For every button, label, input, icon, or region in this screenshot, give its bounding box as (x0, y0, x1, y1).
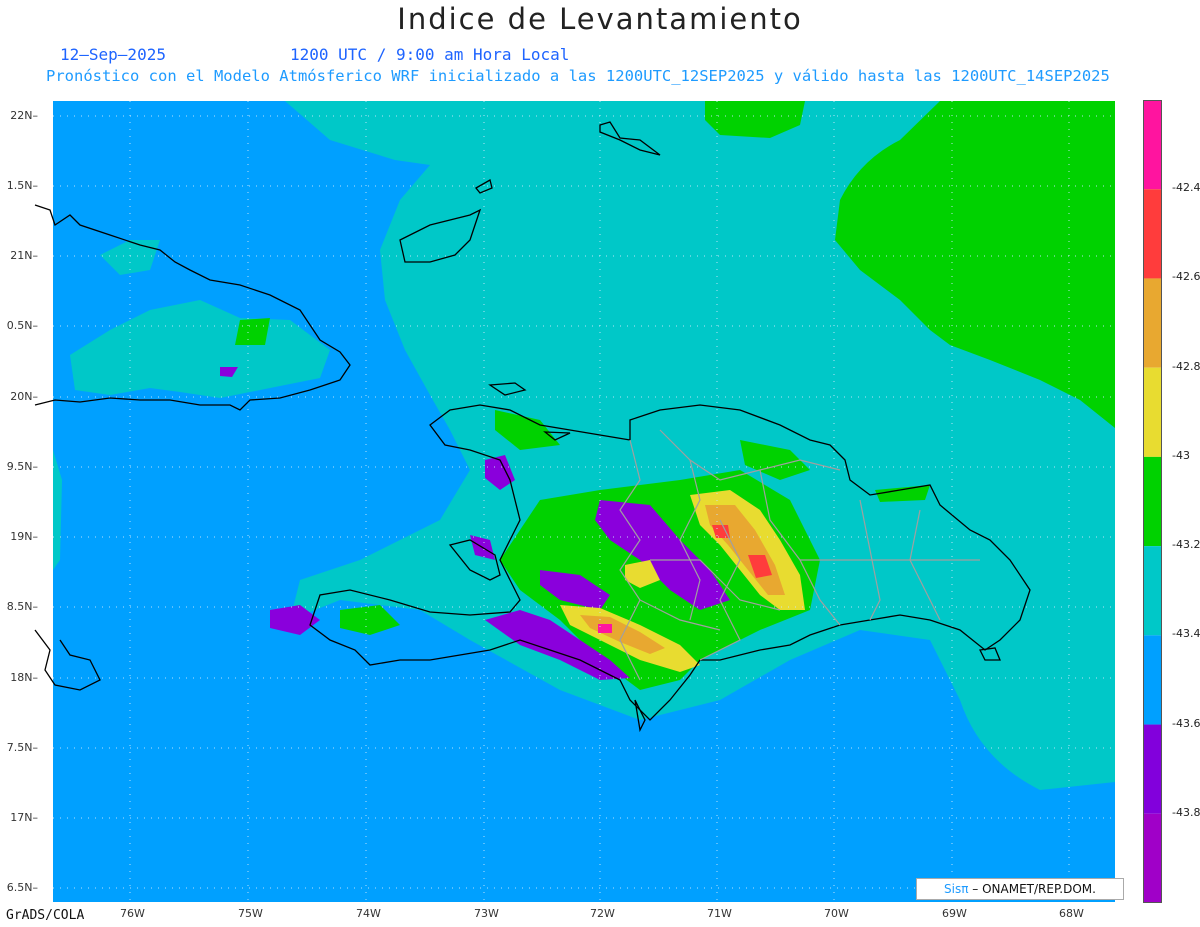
colorbar-block (1143, 635, 1162, 725)
credit-text: – ONAMET/REP.DOM. (968, 882, 1096, 896)
organization-credit: Sisπ – ONAMET/REP.DOM. (916, 878, 1124, 900)
lat-label: 8.5N– (6, 600, 38, 613)
lat-label: 17N– (10, 811, 38, 824)
colorbar-block (1143, 278, 1162, 368)
lat-label: 18N– (10, 671, 38, 684)
colorbar-label: -42.4 (1172, 181, 1200, 195)
colorbar-label: -43.8 (1172, 805, 1200, 819)
colorbar-block (1143, 189, 1162, 279)
lon-label: 74W (356, 907, 381, 920)
colorbar (1143, 100, 1162, 903)
sispi-logo: Sisπ (944, 882, 969, 896)
lat-label: 9.5N– (6, 460, 38, 473)
colorbar-label: -43 (1172, 448, 1190, 462)
lat-label: 6.5N– (6, 881, 38, 894)
colorbar-block (1143, 367, 1162, 457)
software-credit: GrADS/COLA (6, 908, 85, 923)
lat-label: 1.5N– (6, 179, 38, 192)
colorbar-label: -42.8 (1172, 359, 1200, 373)
lon-label: 72W (590, 907, 615, 920)
lat-label: 21N– (10, 249, 38, 262)
lon-label: 75W (238, 907, 263, 920)
lon-label: 70W (824, 907, 849, 920)
colorbar-block (1143, 100, 1162, 190)
colorbar-block (1143, 813, 1162, 903)
colorbar-block (1143, 546, 1162, 636)
colorbar-label: -43.6 (1172, 716, 1200, 730)
lon-label: 73W (474, 907, 499, 920)
colorbar-label: -42.6 (1172, 270, 1200, 284)
lifted-index-map (34, 101, 1115, 902)
colorbar-label: -43.2 (1172, 538, 1200, 552)
colorbar-label: -43.4 (1172, 627, 1200, 641)
lat-label: 22N– (10, 109, 38, 122)
lon-label: 71W (707, 907, 732, 920)
lat-label: 20N– (10, 390, 38, 403)
lon-label: 68W (1059, 907, 1084, 920)
lat-label: 7.5N– (6, 741, 38, 754)
lat-label: 19N– (10, 530, 38, 543)
colorbar-block (1143, 456, 1162, 547)
lon-label: 76W (120, 907, 145, 920)
lat-label: 0.5N– (6, 319, 38, 332)
magenta-south (598, 624, 612, 633)
lon-label: 69W (942, 907, 967, 920)
green-cuba-spot (235, 318, 270, 345)
colorbar-block (1143, 724, 1162, 814)
